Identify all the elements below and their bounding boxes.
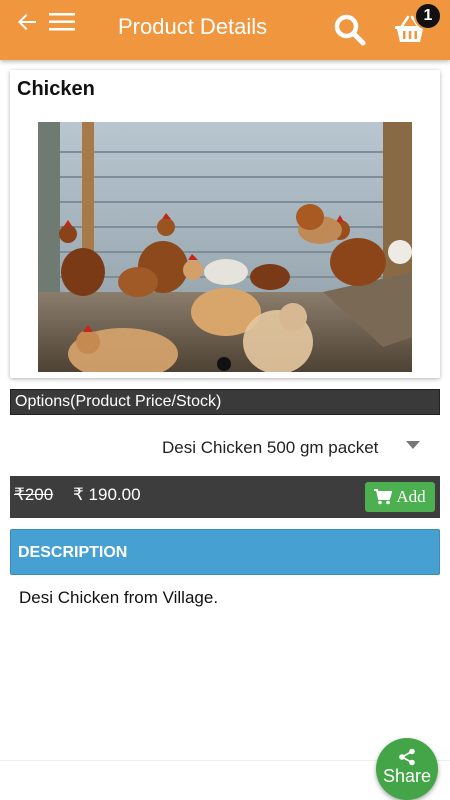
search-icon[interactable] [333, 13, 367, 47]
description-header: DESCRIPTION [10, 529, 440, 575]
option-select[interactable]: Desi Chicken 500 gm packet [10, 432, 440, 464]
carousel-indicator-dot[interactable] [217, 357, 231, 371]
price-bar: ₹200 ₹ 190.00 Add [10, 476, 440, 518]
options-header: Options(Product Price/Stock) [10, 389, 440, 415]
add-to-cart-button[interactable]: Add [365, 482, 435, 512]
cart-icon [374, 489, 393, 505]
page-title: Product Details [118, 14, 268, 39]
app-bar: Product Details 1 [0, 0, 450, 60]
menu-icon[interactable] [49, 12, 75, 32]
option-select-value: Desi Chicken 500 gm packet [162, 438, 379, 457]
dropdown-arrow-icon [406, 441, 420, 449]
share-icon [399, 748, 415, 766]
back-arrow-icon[interactable] [15, 10, 39, 34]
original-price: ₹200 [14, 485, 54, 504]
sale-price: ₹ 190.00 [73, 485, 141, 504]
product-image[interactable] [38, 122, 412, 372]
product-card: Chicken [10, 70, 440, 378]
chickens-photo [38, 122, 412, 372]
share-button[interactable]: Share [376, 738, 438, 800]
product-name: Chicken [17, 78, 95, 100]
share-label: Share [382, 766, 432, 786]
add-button-label: Add [396, 487, 426, 506]
cart-count-badge: 1 [414, 2, 442, 30]
description-text: Desi Chicken from Village. [19, 588, 219, 607]
